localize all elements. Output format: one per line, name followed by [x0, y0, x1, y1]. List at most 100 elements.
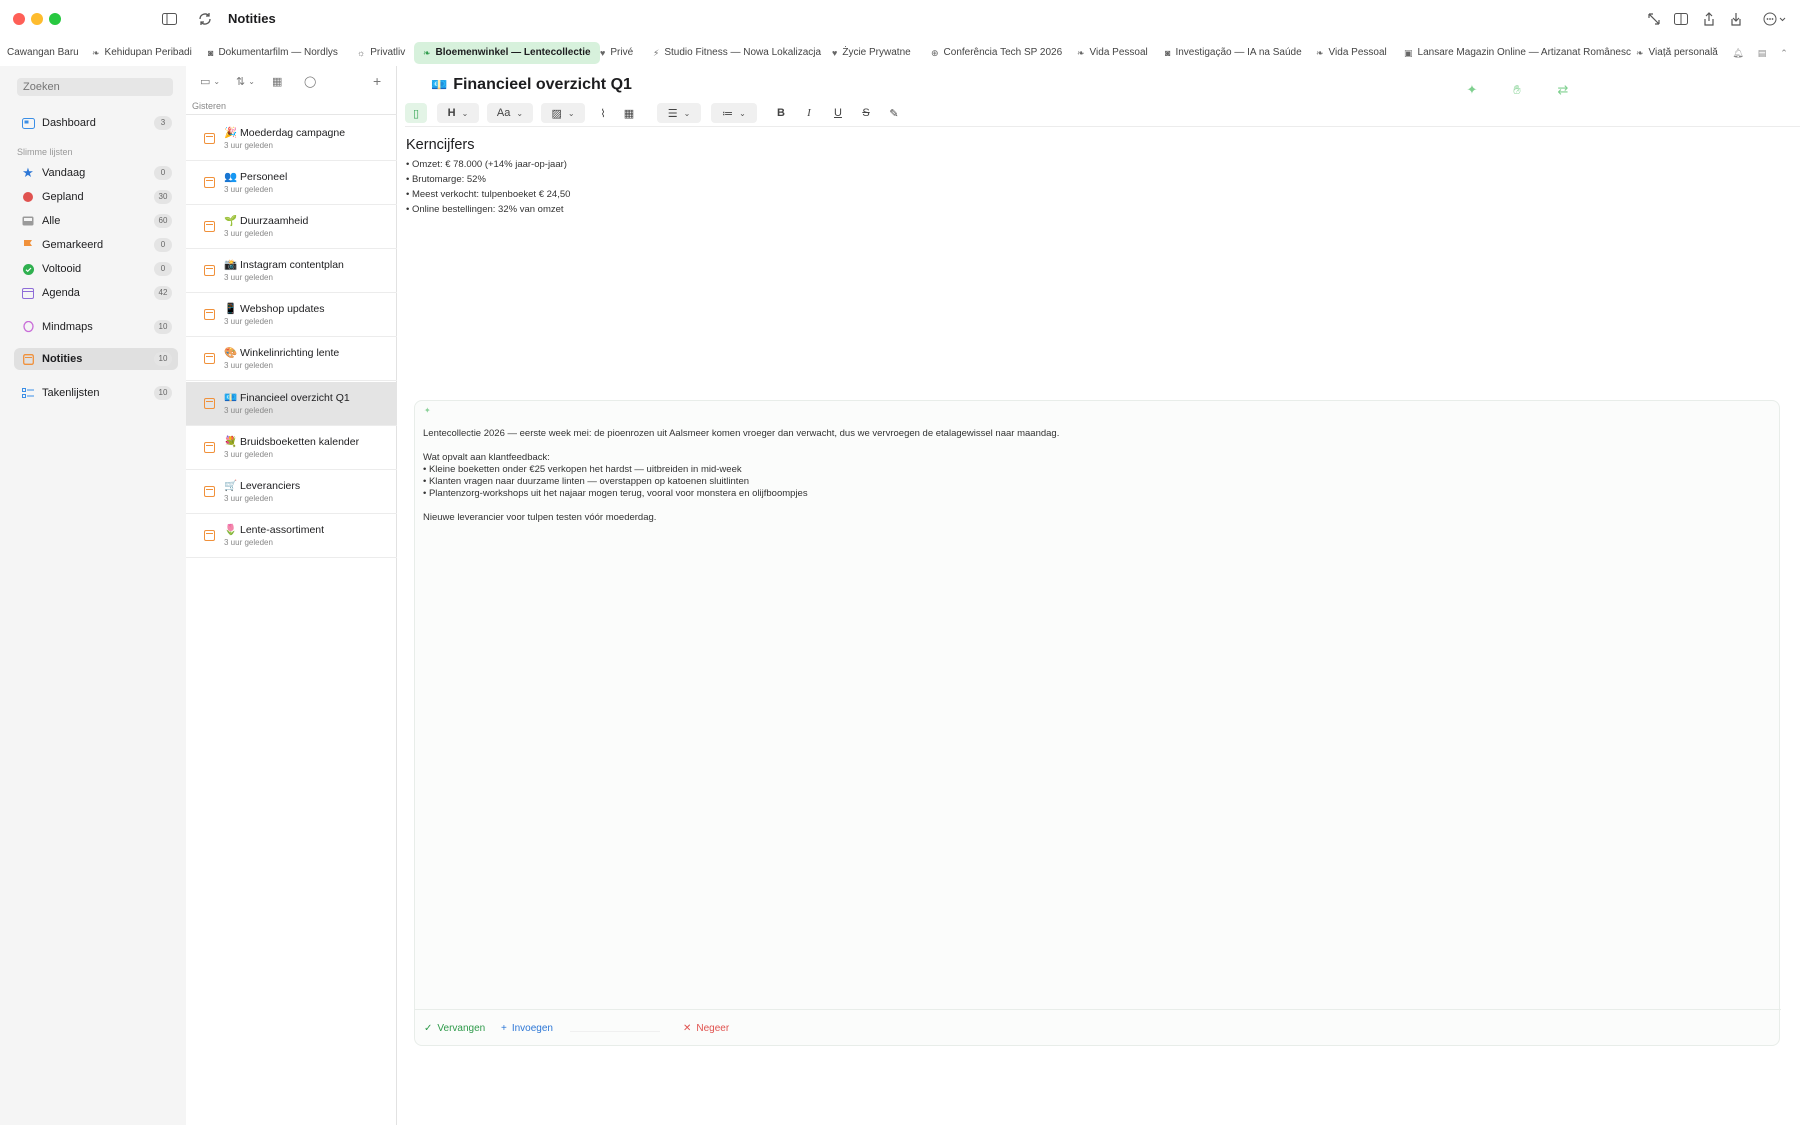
strikethrough-button[interactable]: S — [856, 103, 876, 123]
ai-sparkle-icon[interactable]: ✦ — [1462, 82, 1482, 98]
sync-icon[interactable] — [196, 10, 214, 28]
document-icon[interactable]: ▯ — [405, 103, 427, 123]
list-item-selected[interactable]: 💶 Financieel overzicht Q1 3 uur geleden — [186, 382, 397, 426]
zoom-window-button[interactable] — [49, 13, 61, 25]
page-title[interactable]: 💶 Financieel overzicht Q1 — [431, 76, 632, 94]
checklist-icon — [21, 386, 35, 400]
tab-investigacao[interactable]: ◙ Investigação — IA na Saúde — [1165, 42, 1302, 64]
list-item[interactable]: 🌱 Duurzaamheid 3 uur geleden — [186, 205, 397, 249]
tab-bloemenwinkel[interactable]: ❧ Bloemenwinkel — Lentecollectie — [414, 42, 600, 64]
content-line: • Brutomarge: 52% — [406, 174, 486, 185]
tab-zycie-prywatne[interactable]: ♥ Życie Prywatne — [832, 42, 911, 64]
note-timestamp: 3 uur geleden — [224, 185, 273, 194]
sidebar-item-label: Voltooid — [42, 263, 82, 275]
list-dropdown[interactable]: ≔ ⌄ — [711, 103, 757, 123]
tab-studio-fitness[interactable]: ⚡ Studio Fitness — Nowa Lokalizacja — [653, 42, 821, 64]
attachment-icon[interactable]: ⌇ — [593, 103, 613, 123]
sidebar-item-alle[interactable]: Alle 60 — [14, 210, 178, 232]
ignore-button[interactable]: ✕ Negeer — [683, 1021, 729, 1035]
tab-label: Conferência Tech SP 2026 — [943, 47, 1063, 58]
tab-cawangan-baru[interactable]: Cawangan Baru — [2, 42, 79, 64]
note-title: 🌷 Lente-assortiment — [224, 524, 325, 536]
tray-icon — [21, 214, 35, 228]
list-item[interactable]: 🎉 Moederdag campagne 3 uur geleden — [186, 117, 397, 161]
share-icon[interactable] — [1700, 10, 1718, 28]
select-circle-icon[interactable]: ◯ — [304, 73, 316, 89]
list-item[interactable]: 🎨 Winkelinrichting lente 3 uur geleden — [186, 337, 397, 381]
mindmap-icon — [21, 320, 35, 334]
italic-button[interactable]: I — [799, 103, 819, 123]
font-size-dropdown[interactable]: Aa ⌄ — [487, 103, 533, 123]
fullscreen-icon[interactable] — [1645, 10, 1663, 28]
list-item[interactable]: 🌷 Lente-assortiment 3 uur geleden — [186, 514, 397, 558]
tab-prive[interactable]: ♥ Privé — [600, 42, 633, 64]
underline-button[interactable]: U — [828, 103, 848, 123]
image-dropdown[interactable]: ▨ ⌄ — [541, 103, 585, 123]
tab-privatliv[interactable]: ☼ Privatliv — [357, 42, 405, 64]
highlight-pen-icon[interactable]: ✎ — [884, 103, 904, 123]
minimize-window-button[interactable] — [31, 13, 43, 25]
view-mode-icon[interactable]: ▦ — [272, 73, 282, 89]
add-note-icon[interactable]: + — [373, 73, 381, 89]
sidebar-item-label: Vandaag — [42, 167, 86, 179]
note-timestamp: 3 uur geleden — [224, 229, 273, 238]
translate-icon[interactable]: ⇄ — [1551, 82, 1575, 98]
ai-suggestion-text: Lentecollectie 2026 — eerste week mei: d… — [423, 428, 1723, 524]
split-view-icon[interactable] — [1672, 10, 1690, 28]
search-input[interactable] — [17, 78, 173, 96]
list-item[interactable]: 📱 Webshop updates 3 uur geleden — [186, 293, 397, 337]
tab-conferencia-tech[interactable]: ⊕ Conferência Tech SP 2026 — [931, 42, 1062, 64]
tab-label: Życie Prywatne — [842, 47, 911, 58]
list-item[interactable]: 📸 Instagram contentplan 3 uur geleden — [186, 249, 397, 293]
table-icon[interactable]: ▦ — [619, 103, 639, 123]
tab-lansare-magazin[interactable]: ▣ Lansare Magazin Online — Artizanat Româ… — [1404, 42, 1631, 64]
tab-vida-pessoal-1[interactable]: ❧ Vida Pessoal — [1077, 42, 1148, 64]
tab-vida-pessoal-2[interactable]: ❧ Vida Pessoal — [1316, 42, 1387, 64]
sidebar-item-notities[interactable]: Notities 10 — [14, 348, 178, 370]
dashboard-icon — [21, 116, 35, 130]
sidebar-toggle-icon[interactable] — [160, 10, 178, 28]
insert-button[interactable]: + Invoegen — [501, 1021, 553, 1035]
list-item[interactable]: 👥 Personeel 3 uur geleden — [186, 161, 397, 205]
tab-dokumentarfilm[interactable]: ◙ Dokumentarfilm — Nordlys — [208, 42, 338, 64]
format-toolbar: ▯ H ⌄ Aa ⌄ ▨ ⌄ ⌇ ▦ ☰ ⌄ ≔ ⌄ B I U S ✎ — [405, 101, 1800, 127]
export-icon[interactable] — [1727, 10, 1745, 28]
tab-label: Cawangan Baru — [7, 47, 79, 58]
tab-viata-personala[interactable]: ❧ Viață personală — [1636, 42, 1718, 64]
sidebar-item-agenda[interactable]: Agenda 42 — [14, 282, 178, 304]
heading-dropdown[interactable]: H ⌄ — [437, 103, 479, 123]
sidebar-item-dashboard[interactable]: Dashboard 3 — [14, 112, 178, 134]
sidebar-item-takenlijsten[interactable]: Takenlijsten 10 — [14, 382, 178, 404]
sidebar-item-gepland[interactable]: Gepland 30 — [14, 186, 178, 208]
notification-bell-icon[interactable]: 🔔︎ — [1729, 45, 1747, 61]
content-line: • Omzet: € 78.000 (+14% jaar-op-jaar) — [406, 159, 567, 170]
hand-icon[interactable]: ✋︎ — [1507, 82, 1527, 98]
tab-kehidupan-peribadi[interactable]: ❧ Kehidupan Peribadi — [92, 42, 192, 64]
note-title: 🎉 Moederdag campagne — [224, 127, 346, 139]
tab-label: Kehidupan Peribadi — [104, 47, 192, 58]
sidebar-item-mindmaps[interactable]: Mindmaps 10 — [14, 316, 178, 338]
leaf-icon: ❧ — [1636, 48, 1644, 58]
tab-label: Bloemenwinkel — Lentecollectie — [435, 47, 591, 58]
chevron-up-icon[interactable]: ⌃ — [1775, 45, 1793, 61]
replace-button[interactable]: ✓ Vervangen — [424, 1021, 485, 1035]
sidebar-item-gemarkeerd[interactable]: Gemarkeerd 0 — [14, 234, 178, 256]
tab-overview-icon[interactable]: ▤ — [1753, 45, 1771, 61]
close-window-button[interactable] — [13, 13, 25, 25]
sidebar-item-voltooid[interactable]: Voltooid 0 — [14, 258, 178, 280]
note-title: 📱 Webshop updates — [224, 303, 325, 315]
bold-button[interactable]: B — [771, 103, 791, 123]
sidebar-item-vandaag[interactable]: ★ Vandaag 0 — [14, 162, 178, 184]
align-dropdown[interactable]: ☰ ⌄ — [657, 103, 701, 123]
list-item[interactable]: 🛒 Leveranciers 3 uur geleden — [186, 470, 397, 514]
list-item[interactable]: 💐 Bruidsboeketten kalender 3 uur geleden — [186, 426, 397, 470]
sidebar-item-label: Mindmaps — [42, 321, 93, 333]
tab-label: Dokumentarfilm — Nordlys — [218, 47, 338, 58]
ai-suggestion-panel: ✦ Lentecollectie 2026 — eerste week mei:… — [414, 400, 1781, 1046]
sparkle-icon: ✦ — [424, 406, 431, 415]
note-content[interactable]: Kerncijfers • Omzet: € 78.000 (+14% jaar… — [406, 137, 1206, 217]
sort-icon[interactable]: ⇅ ⌄ — [236, 73, 255, 89]
more-options-icon[interactable] — [1762, 10, 1788, 28]
filter-tray-icon[interactable]: ▭ ⌄ — [200, 73, 220, 89]
title-bar: Notities — [0, 0, 1800, 38]
